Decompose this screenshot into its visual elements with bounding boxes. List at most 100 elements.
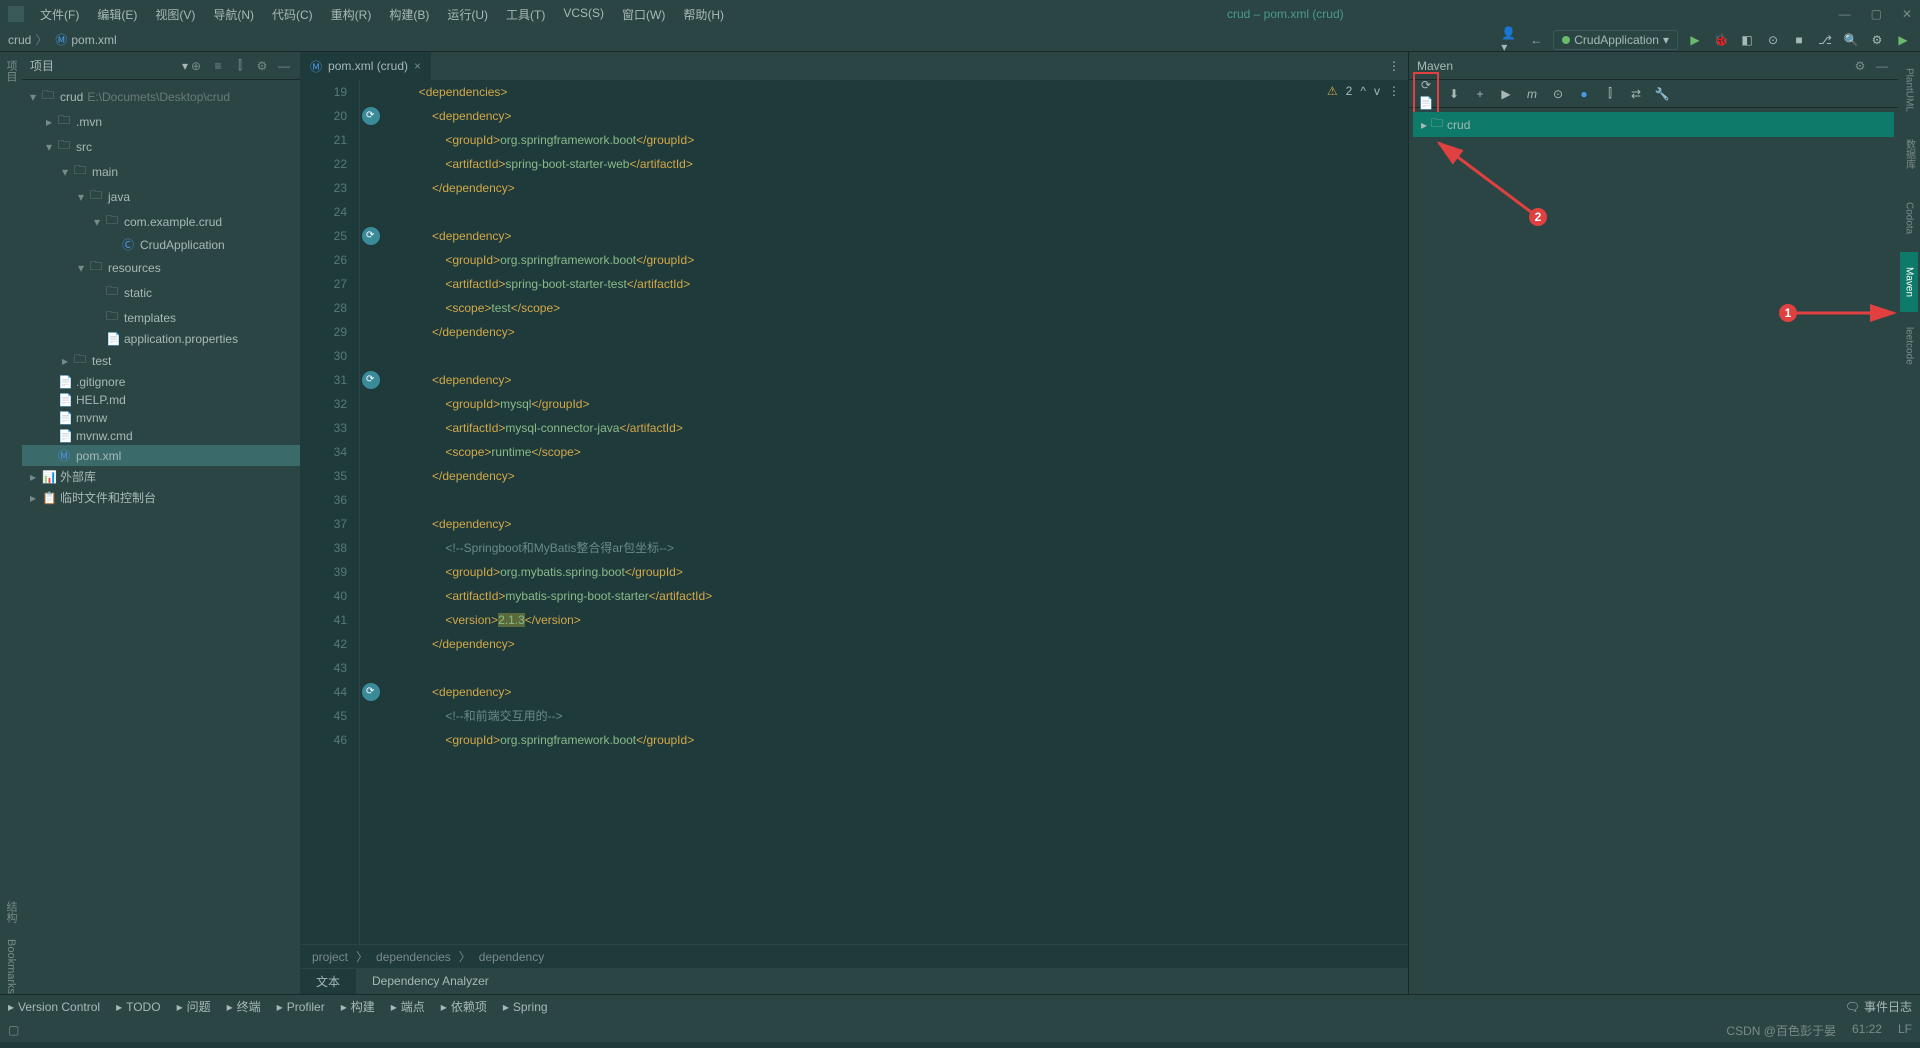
execute-icon[interactable]: ⊙ bbox=[1549, 85, 1567, 103]
menu-item[interactable]: 编辑(E) bbox=[89, 2, 145, 27]
maximize-icon[interactable]: ▢ bbox=[1871, 7, 1882, 21]
close-icon[interactable]: ✕ bbox=[1902, 7, 1912, 21]
line-number[interactable]: 44 bbox=[300, 680, 347, 704]
line-separator[interactable]: LF bbox=[1898, 1022, 1912, 1039]
maven-m-icon[interactable]: m bbox=[1523, 85, 1541, 103]
skip-tests-icon[interactable]: ⫿ bbox=[1601, 85, 1619, 103]
line-number[interactable]: 29 bbox=[300, 320, 347, 344]
back-icon[interactable]: ← bbox=[1527, 31, 1545, 49]
toggle-offline-icon[interactable]: ● bbox=[1575, 85, 1593, 103]
menu-item[interactable]: 构建(B) bbox=[381, 2, 437, 27]
code-line[interactable] bbox=[392, 344, 1408, 368]
tree-item[interactable]: Ⓜpom.xml bbox=[22, 445, 300, 466]
reload-icon[interactable]: ⟳ bbox=[1417, 76, 1435, 94]
tree-item[interactable]: ▾🗀com.example.crud bbox=[22, 209, 300, 234]
line-number[interactable]: 25 bbox=[300, 224, 347, 248]
code-line[interactable]: </dependency> bbox=[392, 632, 1408, 656]
maven-root-node[interactable]: ▸ 🗀 crud bbox=[1413, 112, 1894, 137]
tree-item[interactable]: 📄application.properties bbox=[22, 330, 300, 348]
bottom-tool-item[interactable]: ▸构建 bbox=[341, 998, 375, 1015]
code-editor[interactable]: <dependencies> <dependency> <groupId>org… bbox=[384, 80, 1408, 944]
line-number[interactable]: 45 bbox=[300, 704, 347, 728]
collapse-icon[interactable]: ⫿ bbox=[232, 58, 248, 74]
line-number[interactable]: 36 bbox=[300, 488, 347, 512]
code-line[interactable]: <scope>runtime</scope> bbox=[392, 440, 1408, 464]
menu-item[interactable]: 窗口(W) bbox=[614, 2, 673, 27]
right-tool-leetcode[interactable]: leetcode bbox=[1900, 316, 1918, 376]
gear-icon[interactable]: ⚙ bbox=[1852, 58, 1868, 74]
tree-item[interactable]: ▾🗀java bbox=[22, 184, 300, 209]
tree-item[interactable]: ▾🗀crudE:\Documets\Desktop\crud bbox=[22, 84, 300, 109]
menu-item[interactable]: 重构(R) bbox=[323, 2, 380, 27]
bottom-tool-item[interactable]: ▸端点 bbox=[391, 998, 425, 1015]
bottom-tool-item[interactable]: ▸Version Control bbox=[8, 1000, 100, 1014]
status-square-icon[interactable]: ▢ bbox=[8, 1023, 19, 1037]
code-line[interactable]: <dependency> bbox=[392, 368, 1408, 392]
bottom-tool-item[interactable]: ▸问题 bbox=[177, 998, 211, 1015]
tree-item[interactable]: ▾🗀main bbox=[22, 159, 300, 184]
wrench-icon[interactable]: 🔧 bbox=[1653, 85, 1671, 103]
code-line[interactable]: <artifactId>mysql-connector-java</artifa… bbox=[392, 416, 1408, 440]
target-icon[interactable]: ⊕ bbox=[188, 58, 204, 74]
code-line[interactable]: <scope>test</scope> bbox=[392, 296, 1408, 320]
line-number[interactable]: 27 bbox=[300, 272, 347, 296]
code-line[interactable] bbox=[392, 488, 1408, 512]
structure-tool-button[interactable]: 结构 bbox=[3, 901, 19, 923]
code-line[interactable]: </dependency> bbox=[392, 464, 1408, 488]
tree-item[interactable]: 📄mvnw.cmd bbox=[22, 427, 300, 445]
tree-item[interactable]: 📄HELP.md bbox=[22, 391, 300, 409]
run-gutter-icon[interactable]: ⟳ bbox=[362, 227, 380, 245]
bottom-tool-item[interactable]: ▸依赖项 bbox=[441, 998, 487, 1015]
bottom-tool-item[interactable]: ▸TODO bbox=[116, 1000, 160, 1014]
code-line[interactable]: <groupId>org.mybatis.spring.boot</groupI… bbox=[392, 560, 1408, 584]
line-number[interactable]: 38 bbox=[300, 536, 347, 560]
run-maven-icon[interactable]: ▶ bbox=[1497, 85, 1515, 103]
menu-item[interactable]: 导航(N) bbox=[205, 2, 262, 27]
code-line[interactable]: <dependency> bbox=[392, 104, 1408, 128]
breadcrumb-item[interactable]: project bbox=[312, 950, 348, 964]
right-tool-数据库[interactable]: 数据库 bbox=[1900, 124, 1918, 184]
debug-icon[interactable]: 🐞 bbox=[1712, 31, 1730, 49]
menu-item[interactable]: 帮助(H) bbox=[675, 2, 732, 27]
line-number[interactable]: 41 bbox=[300, 608, 347, 632]
event-log-button[interactable]: 🗨事件日志 bbox=[1845, 998, 1912, 1015]
line-number[interactable]: 35 bbox=[300, 464, 347, 488]
line-number[interactable]: 32 bbox=[300, 392, 347, 416]
line-number[interactable]: 21 bbox=[300, 128, 347, 152]
tree-item[interactable]: ⒸCrudApplication bbox=[22, 234, 300, 255]
tree-item[interactable]: ▸📋临时文件和控制台 bbox=[22, 487, 300, 508]
editor-inspection-widget[interactable]: ⚠ 2 ^ v ⋮ bbox=[1327, 84, 1400, 98]
line-number[interactable]: 34 bbox=[300, 440, 347, 464]
show-deps-icon[interactable]: ⇄ bbox=[1627, 85, 1645, 103]
line-number[interactable]: 19 bbox=[300, 80, 347, 104]
menu-item[interactable]: 工具(T) bbox=[498, 2, 553, 27]
add-icon[interactable]: + bbox=[1471, 85, 1489, 103]
line-number[interactable]: 22 bbox=[300, 152, 347, 176]
stop-icon[interactable]: ■ bbox=[1790, 31, 1808, 49]
run-gutter-icon[interactable]: ⟳ bbox=[362, 107, 380, 125]
code-line[interactable]: <dependency> bbox=[392, 512, 1408, 536]
git-icon[interactable]: ⎇ bbox=[1816, 31, 1834, 49]
line-number[interactable]: 39 bbox=[300, 560, 347, 584]
line-number[interactable]: 31 bbox=[300, 368, 347, 392]
code-line[interactable]: <!--Springboot和MyBatis整合得ar包坐标--> bbox=[392, 536, 1408, 560]
code-line[interactable]: </dependency> bbox=[392, 176, 1408, 200]
tree-item[interactable]: ▸🗀test bbox=[22, 348, 300, 373]
hide-icon[interactable]: — bbox=[1874, 58, 1890, 74]
tree-item[interactable]: ▾🗀resources bbox=[22, 255, 300, 280]
code-line[interactable]: <artifactId>mybatis-spring-boot-starter<… bbox=[392, 584, 1408, 608]
line-number[interactable]: 33 bbox=[300, 416, 347, 440]
tree-item[interactable]: ▸📊外部库 bbox=[22, 466, 300, 487]
expand-icon[interactable]: ≡ bbox=[210, 58, 226, 74]
close-tab-icon[interactable]: × bbox=[414, 59, 421, 73]
tree-item[interactable]: 📄.gitignore bbox=[22, 373, 300, 391]
tree-item[interactable]: 🗀static bbox=[22, 280, 300, 305]
right-tool-plantuml[interactable]: PlantUML bbox=[1900, 60, 1918, 120]
line-number[interactable]: 40 bbox=[300, 584, 347, 608]
more-icon[interactable]: ⋮ bbox=[1388, 84, 1400, 98]
code-line[interactable]: <artifactId>spring-boot-starter-test</ar… bbox=[392, 272, 1408, 296]
right-tool-maven[interactable]: Maven bbox=[1900, 252, 1918, 312]
tab-options-icon[interactable]: ⋮ bbox=[1388, 59, 1408, 73]
menu-item[interactable]: 视图(V) bbox=[147, 2, 203, 27]
breadcrumb-file[interactable]: pom.xml bbox=[71, 33, 116, 47]
